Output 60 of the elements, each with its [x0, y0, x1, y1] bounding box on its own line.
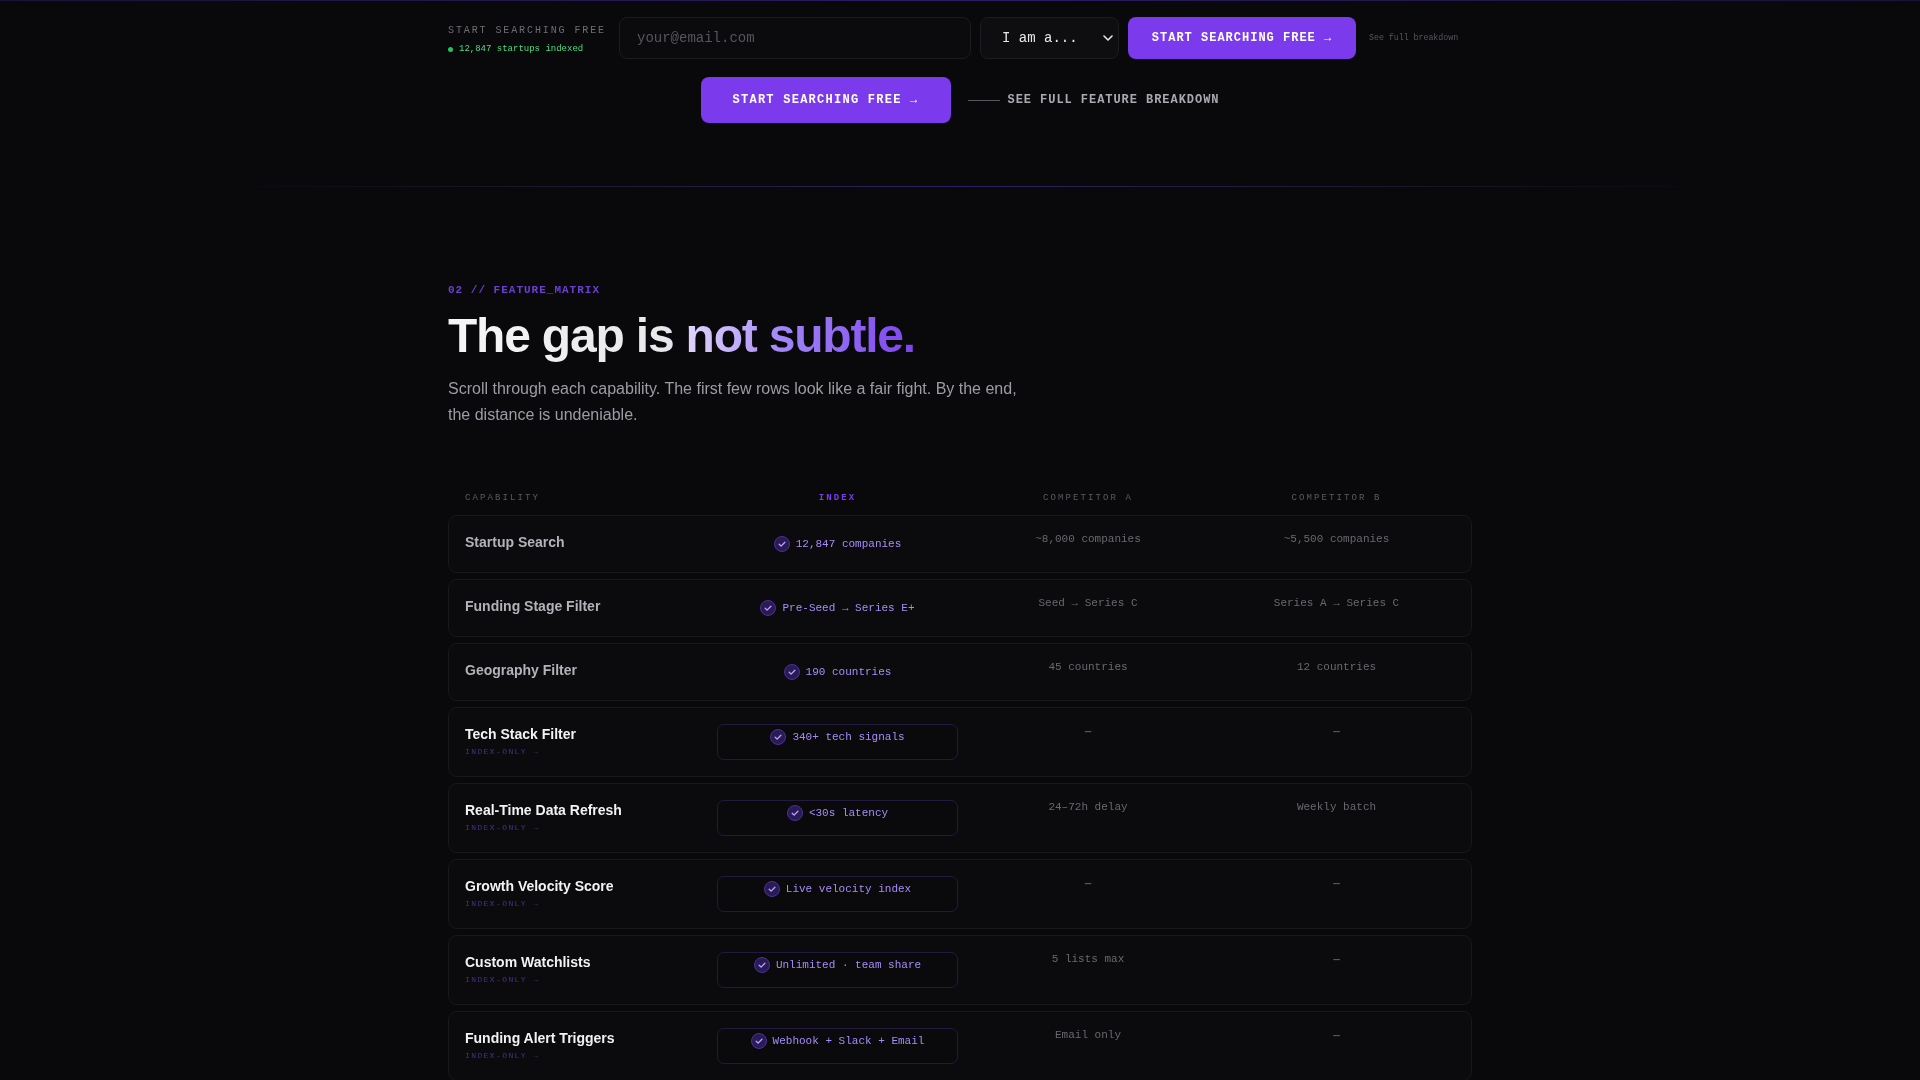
tag-label: INDEX-ONLY → — [465, 1050, 540, 1062]
check-icon — [773, 536, 790, 552]
index-value: Live velocity index — [785, 882, 912, 897]
section-eyebrow: 02 // FEATURE_MATRIX — [448, 283, 602, 297]
check-icon — [763, 881, 780, 897]
competitor-value: ~5,500 companies — [1283, 532, 1390, 546]
section-intro: Scroll through each capability. The first few rows look like a fair fight. By the end, the distance is undeniable. — [448, 379, 1018, 425]
index-value: Webhook + Slack + Email — [772, 1034, 925, 1049]
capability-name: Funding Stage Filter — [465, 597, 601, 616]
check-icon — [753, 957, 770, 973]
check-icon — [760, 600, 777, 616]
competitor-value: — — [1084, 724, 1092, 738]
competitor-value: 5 lists max — [1051, 952, 1125, 966]
competitor-value: Seed → Series C — [1038, 596, 1138, 610]
competitor-value: — — [1084, 876, 1092, 890]
role-select[interactable]: I am a... — [980, 17, 1119, 59]
index-value: Unlimited · team share — [775, 958, 922, 973]
start-searching-button[interactable]: START SEARCHING FREE → — [700, 77, 951, 123]
check-icon — [770, 729, 787, 745]
competitor-value: ~8,000 companies — [1035, 532, 1141, 546]
column-header: COMPETITOR A — [1042, 492, 1134, 504]
tag-label: INDEX-ONLY → — [465, 974, 540, 986]
status-text: 12,847 startups indexed — [459, 43, 584, 55]
competitor-value: 12 countries — [1296, 660, 1377, 674]
column-header: INDEX — [817, 492, 858, 504]
tag-label: INDEX-ONLY → — [465, 822, 540, 834]
competitor-value: — — [1333, 876, 1340, 890]
tag-label: INDEX-ONLY → — [465, 898, 540, 910]
tag-label: INDEX-ONLY → — [465, 746, 540, 758]
competitor-value: Weekly batch — [1296, 800, 1377, 814]
competitor-value: 45 countries — [1048, 660, 1128, 674]
check-icon — [750, 1033, 767, 1049]
index-value: 190 countries — [805, 665, 892, 680]
competitor-value: Series A → Series C — [1273, 596, 1400, 610]
column-header: COMPETITOR B — [1290, 492, 1383, 504]
cta-label: START SEARCHING FREE — [448, 25, 608, 37]
capability-name: Real-Time Data Refresh — [465, 801, 622, 820]
competitor-value: — — [1333, 724, 1340, 738]
index-value: <30s latency — [808, 806, 889, 821]
capability-name: Growth Velocity Score — [465, 877, 614, 896]
email-field[interactable]: your@email.com — [619, 17, 971, 59]
index-value: 12,847 companies — [795, 537, 902, 552]
chevron-down-icon — [1103, 35, 1113, 41]
feature-breakdown-link[interactable]: SEE FULL FEATURE BREAKDOWN — [967, 92, 1220, 108]
check-icon — [783, 664, 800, 680]
capability-name: Geography Filter — [465, 661, 578, 680]
competitor-value: Email only — [1055, 1028, 1121, 1042]
capability-name: Funding Alert Triggers — [465, 1029, 615, 1048]
index-value: 340+ tech signals — [792, 730, 905, 745]
status-dot-icon — [448, 46, 453, 52]
capability-name: Custom Watchlists — [465, 953, 591, 972]
column-header: CAPABILITY — [465, 492, 541, 504]
index-value: Pre-Seed → Series E+ — [782, 601, 915, 616]
start-searching-button[interactable]: START SEARCHING FREE → — [1128, 17, 1356, 59]
check-icon — [786, 805, 803, 821]
capability-name: Startup Search — [465, 533, 565, 552]
competitor-value: — — [1333, 952, 1340, 966]
competitor-value: — — [1333, 1028, 1340, 1042]
competitor-value: 24–72h delay — [1048, 800, 1128, 814]
capability-name: Tech Stack Filter — [465, 725, 576, 744]
